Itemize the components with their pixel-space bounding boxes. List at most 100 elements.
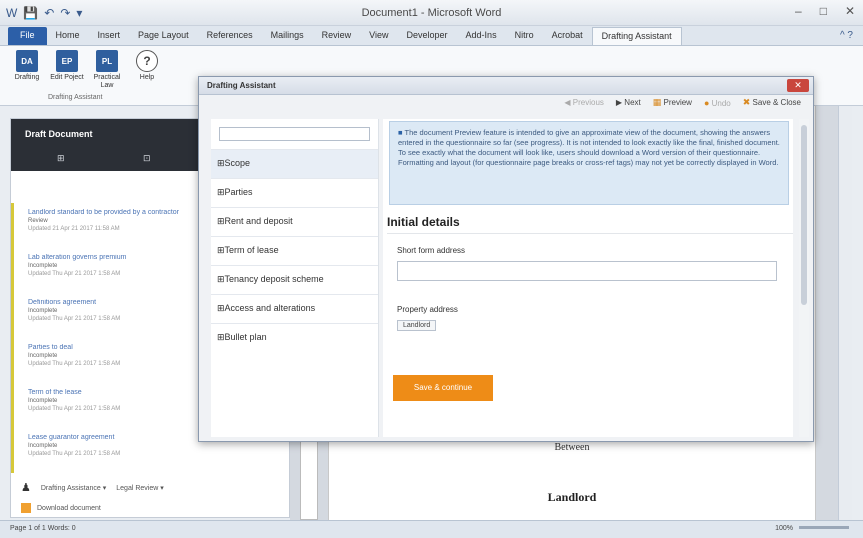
drafting-button[interactable]: DA Drafting	[10, 50, 44, 90]
property-address-label: Property address	[397, 305, 458, 314]
tab-references[interactable]: References	[198, 27, 262, 45]
nav-item-label: Bullet plan	[224, 332, 267, 342]
tab-home[interactable]: Home	[47, 27, 89, 45]
nav-item-scope[interactable]: ⊞Scope	[211, 149, 378, 178]
section-title: Initial details	[387, 215, 793, 234]
tab-add-ins[interactable]: Add-Ins	[457, 27, 506, 45]
list-item-status: Incomplete	[28, 443, 58, 449]
nav-item-access-alterations[interactable]: ⊞Access and alterations	[211, 294, 378, 323]
preview-icon: ▦	[652, 97, 662, 107]
ribbon-button-group: DA Drafting EP Edit Poject PL Practical …	[10, 50, 164, 90]
next-label: Next	[624, 98, 641, 107]
nav-item-tenancy-deposit[interactable]: ⊞Tenancy deposit scheme	[211, 265, 378, 294]
nav-search-input[interactable]	[219, 127, 370, 141]
undo-icon: ●	[703, 97, 710, 108]
nav-item-label: Rent and deposit	[224, 216, 293, 226]
document-text-landlord: Landlord	[547, 490, 597, 504]
minimize-button[interactable]: –	[795, 4, 802, 18]
nav-item-label: Parties	[224, 187, 253, 197]
preview-label: Preview	[663, 98, 692, 107]
nav-item-term-of-lease[interactable]: ⊞Term of lease	[211, 236, 378, 265]
drafting-icon: DA	[16, 50, 38, 72]
nav-item-rent-deposit[interactable]: ⊞Rent and deposit	[211, 207, 378, 236]
nav-item-label: Term of lease	[224, 245, 279, 255]
tab-acrobat[interactable]: Acrobat	[543, 27, 592, 45]
dialog-title: Drafting Assistant	[207, 81, 276, 90]
list-view-icon[interactable]: ⊡	[143, 153, 151, 164]
dialog-main-content: ■ The document Preview feature is intend…	[383, 119, 793, 437]
save-close-button[interactable]: ✖ Save & Close	[743, 97, 801, 108]
zoom-level[interactable]: 100%	[775, 525, 793, 532]
vertical-ruler	[300, 440, 318, 520]
practical-law-button[interactable]: PL Practical Law	[90, 50, 124, 90]
tab-developer[interactable]: Developer	[398, 27, 457, 45]
info-text: The document Preview feature is intended…	[398, 128, 780, 167]
preview-info-box: ■ The document Preview feature is intend…	[389, 121, 789, 205]
dialog-navigation: ⊞Scope ⊞Parties ⊞Rent and deposit ⊞Term …	[211, 119, 379, 437]
tab-page-layout[interactable]: Page Layout	[129, 27, 198, 45]
zoom-slider[interactable]	[799, 526, 849, 529]
nav-item-label: Access and alterations	[224, 303, 316, 313]
tab-drafting-assistant[interactable]: Drafting Assistant	[591, 27, 682, 45]
tab-view[interactable]: View	[360, 27, 397, 45]
short-form-address-input[interactable]	[397, 261, 777, 281]
dialog-toolbar: ◀ Previous ▶ Next ▦ Preview ● Undo ✖ Sav…	[564, 97, 801, 108]
status-bar: Page 1 of 1 Words: 0 100%	[0, 520, 863, 538]
grid-view-icon[interactable]: ⊞	[57, 153, 65, 164]
tab-file[interactable]: File	[8, 27, 47, 45]
short-form-address-label: Short form address	[397, 246, 466, 255]
edit-project-label: Edit Poject	[50, 74, 84, 81]
edit-project-button[interactable]: EP Edit Poject	[50, 50, 84, 90]
preview-button[interactable]: ▦ Preview	[653, 97, 692, 108]
tab-insert[interactable]: Insert	[89, 27, 130, 45]
document-text-between: Between	[554, 442, 590, 453]
maximize-button[interactable]: □	[820, 4, 827, 18]
user-icon: ♟	[21, 482, 31, 494]
ribbon-group-label: Drafting Assistant	[48, 94, 103, 101]
property-address-chip[interactable]: Landlord	[397, 320, 437, 331]
drafting-assistant-dialog: Drafting Assistant ✕ ◀ Previous ▶ Next ▦…	[198, 76, 814, 442]
ribbon-help-icon[interactable]: ^ ?	[840, 30, 853, 41]
download-document-link[interactable]: Download document	[21, 503, 101, 513]
undo-button[interactable]: ● Undo	[704, 98, 731, 108]
undo-label: Undo	[711, 98, 731, 108]
download-label: Download document	[37, 504, 101, 512]
download-icon	[21, 503, 31, 513]
nav-item-bullet-plan[interactable]: ⊞Bullet plan	[211, 323, 378, 352]
dialog-title-bar: Drafting Assistant ✕	[199, 77, 813, 95]
close-window-button[interactable]: ✕	[845, 4, 855, 18]
edit-project-icon: EP	[56, 50, 78, 72]
previous-button[interactable]: ◀ Previous	[564, 98, 604, 107]
dialog-scroll-thumb[interactable]	[801, 125, 807, 305]
help-button[interactable]: ? Help	[130, 50, 164, 90]
save-continue-button[interactable]: Save & continue	[393, 375, 493, 401]
save-close-icon: ✖	[742, 97, 751, 107]
nav-item-label: Scope	[224, 158, 251, 168]
tab-review[interactable]: Review	[313, 27, 361, 45]
window-controls: – □ ✕	[795, 4, 855, 18]
title-bar: W 💾 ↶ ↷ ▾ Document1 - Microsoft Word – □…	[0, 0, 863, 26]
dialog-close-button[interactable]: ✕	[787, 79, 809, 92]
panel-footer-filters: ♟ Drafting Assistance ▾ Legal Review ▾	[21, 481, 164, 494]
save-close-label: Save & Close	[752, 98, 801, 107]
tab-nitro[interactable]: Nitro	[506, 27, 543, 45]
next-button[interactable]: ▶ Next	[616, 98, 641, 107]
review-filter-dropdown[interactable]: Legal Review ▾	[116, 484, 163, 492]
document-scrollbar[interactable]	[838, 106, 852, 520]
user-dropdown[interactable]: Drafting Assistance ▾	[41, 484, 106, 492]
info-icon: ■	[398, 128, 403, 137]
nav-item-parties[interactable]: ⊞Parties	[211, 178, 378, 207]
window-title: Document1 - Microsoft Word	[361, 7, 502, 19]
drafting-label: Drafting	[14, 74, 40, 81]
ribbon-tabs: File Home Insert Page Layout References …	[0, 26, 863, 46]
practical-law-label: Practical Law	[93, 74, 121, 89]
practical-law-icon: PL	[96, 50, 118, 72]
list-item-meta: Updated Thu Apr 21 2017 1:58 AM	[28, 451, 121, 457]
panel-title: Draft Document	[25, 129, 93, 139]
dialog-scrollbar[interactable]	[799, 119, 809, 437]
page-word-count: Page 1 of 1 Words: 0	[10, 525, 76, 532]
help-label: Help	[139, 74, 155, 81]
nav-item-label: Tenancy deposit scheme	[224, 274, 324, 284]
previous-label: Previous	[572, 98, 604, 107]
tab-mailings[interactable]: Mailings	[262, 27, 313, 45]
